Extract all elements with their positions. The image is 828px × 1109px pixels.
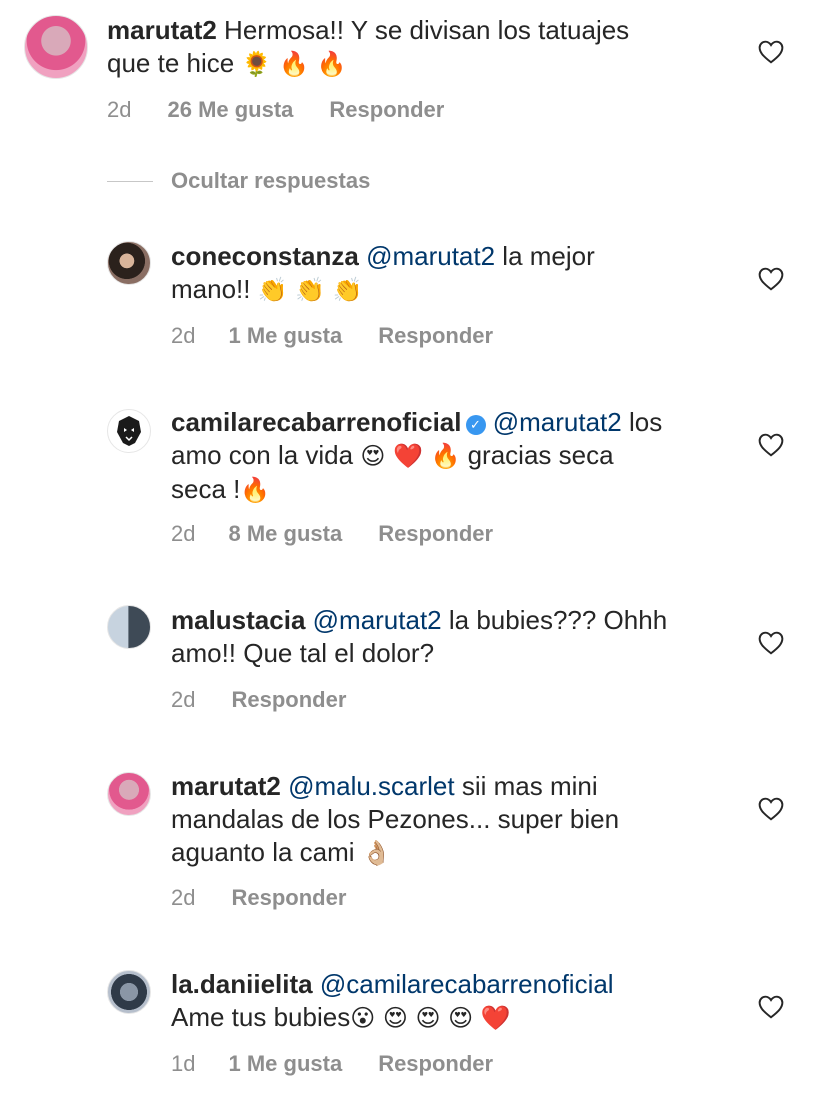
avatar[interactable] xyxy=(107,241,151,285)
heart-icon[interactable] xyxy=(758,40,784,64)
comment-body: la.daniielita @camilarecabarrenoficial A… xyxy=(171,968,751,1035)
mention-link[interactable]: @malu.scarlet xyxy=(288,771,455,801)
username[interactable]: marutat2 xyxy=(107,15,217,45)
comment-emojis: 👏 👏 👏 xyxy=(257,276,363,304)
comment-body: camilarecabarrenoficial ✓ @marutat2 los a… xyxy=(171,406,751,507)
heart-icon[interactable] xyxy=(758,995,784,1019)
avatar[interactable] xyxy=(24,15,88,79)
heart-icon[interactable] xyxy=(758,267,784,291)
timestamp: 2d xyxy=(171,885,196,910)
timestamp: 2d xyxy=(171,323,196,348)
likes-count[interactable]: 1 Me gusta xyxy=(228,323,342,349)
comment-emojis: 😮 😍 😍 😍 ❤️ xyxy=(350,1004,511,1032)
heart-icon[interactable] xyxy=(758,433,784,457)
reply-button[interactable]: Responder xyxy=(231,885,346,911)
timestamp: 2d xyxy=(171,521,196,546)
avatar[interactable] xyxy=(107,970,151,1014)
timestamp: 2d xyxy=(171,687,196,712)
avatar[interactable] xyxy=(107,605,151,649)
lion-logo-icon xyxy=(117,416,141,446)
comment-meta: 2d 26 Me gusta Responder xyxy=(107,97,444,123)
comment-body: marutat2 @malu.scarlet sii mas mini mand… xyxy=(171,770,751,870)
avatar[interactable] xyxy=(107,772,151,816)
mention-link[interactable]: @marutat2 xyxy=(366,241,495,271)
comment-emojis: 🌻 🔥 🔥 xyxy=(241,50,347,78)
comment-emoji-end: 🔥 xyxy=(240,476,271,504)
comment-meta: 2d 1 Me gusta Responder xyxy=(171,323,493,349)
username[interactable]: la.daniielita xyxy=(171,969,313,999)
reply-button[interactable]: Responder xyxy=(378,1051,493,1077)
comment-meta: 2d Responder xyxy=(171,687,346,713)
avatar[interactable] xyxy=(107,409,151,453)
comment-emojis: 👌🏼 xyxy=(361,839,392,867)
reply-button[interactable]: Responder xyxy=(378,323,493,349)
reply-button[interactable]: Responder xyxy=(378,521,493,547)
username[interactable]: coneconstanza xyxy=(171,241,359,271)
divider xyxy=(107,180,153,182)
comment-body: malustacia @marutat2 la bubies??? Ohhh a… xyxy=(171,604,751,670)
mention-link[interactable]: @marutat2 xyxy=(313,605,442,635)
username[interactable]: camilarecabarrenoficial xyxy=(171,407,462,437)
likes-count[interactable]: 1 Me gusta xyxy=(228,1051,342,1077)
comment-body: coneconstanza @marutat2 la mejor mano!! … xyxy=(171,240,751,307)
hide-replies-label[interactable]: Ocultar respuestas xyxy=(171,168,370,194)
timestamp: 1d xyxy=(171,1051,196,1076)
comment-emojis: 😍 ❤️ 🔥 xyxy=(360,442,461,470)
comment-text: Ame tus bubies xyxy=(171,1002,351,1032)
mention-link[interactable]: @marutat2 xyxy=(493,407,622,437)
likes-count[interactable]: 8 Me gusta xyxy=(228,521,342,547)
heart-icon[interactable] xyxy=(758,631,784,655)
likes-count[interactable]: 26 Me gusta xyxy=(167,97,293,123)
verified-badge-icon: ✓ xyxy=(465,415,486,435)
heart-icon[interactable] xyxy=(758,797,784,821)
comment-body: marutat2 Hermosa!! Y se divisan los tatu… xyxy=(107,14,747,81)
comment-meta: 2d 8 Me gusta Responder xyxy=(171,521,493,547)
mention-link[interactable]: @camilarecabarrenoficial xyxy=(320,969,614,999)
comment-meta: 1d 1 Me gusta Responder xyxy=(171,1051,493,1077)
hide-replies[interactable]: Ocultar respuestas xyxy=(107,168,370,194)
username[interactable]: malustacia xyxy=(171,605,305,635)
username[interactable]: marutat2 xyxy=(171,771,281,801)
comment-meta: 2d Responder xyxy=(171,885,346,911)
timestamp: 2d xyxy=(107,97,132,122)
reply-button[interactable]: Responder xyxy=(231,687,346,713)
reply-button[interactable]: Responder xyxy=(329,97,444,123)
